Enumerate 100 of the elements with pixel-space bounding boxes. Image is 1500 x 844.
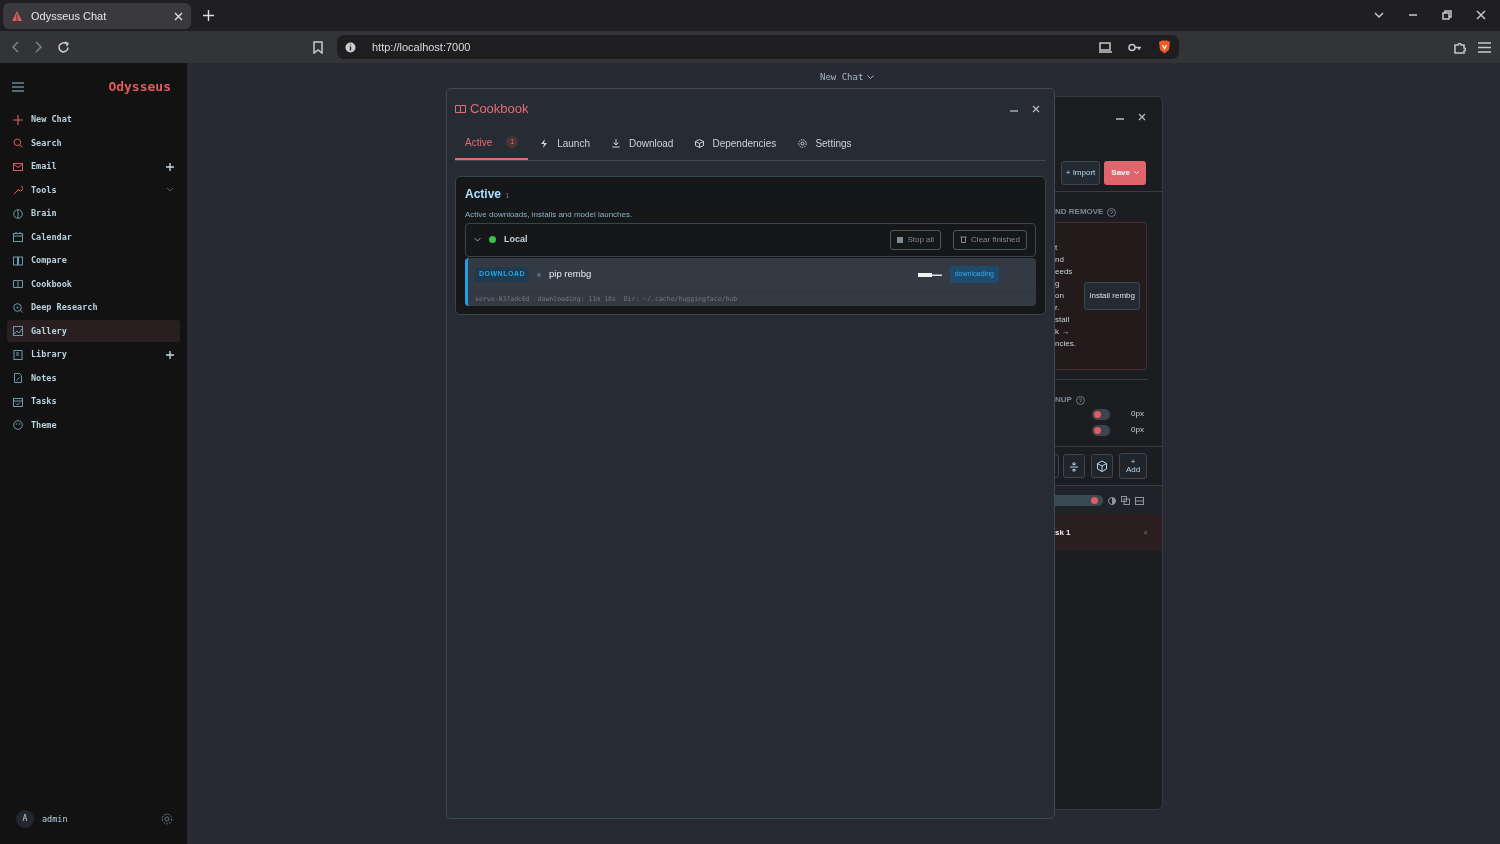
toggle-switch[interactable] [1092, 424, 1111, 436]
lion-shield-icon[interactable] [1158, 40, 1171, 54]
plus-icon [13, 114, 23, 125]
sidebar-item[interactable]: Calendar [7, 226, 180, 248]
bookmark-icon[interactable] [313, 40, 323, 54]
book-icon [455, 103, 466, 114]
sidebar-item[interactable]: Theme [7, 414, 180, 436]
tab[interactable]: Dependencies [685, 128, 787, 160]
card-text: nd [1055, 254, 1065, 266]
card-text: stall [1055, 314, 1071, 326]
contrast-icon[interactable] [1108, 496, 1116, 505]
sidebar-item[interactable]: Email [7, 155, 180, 178]
key-icon[interactable] [1128, 42, 1142, 52]
count-text: 1 [505, 189, 510, 202]
sidebar-item[interactable]: Tools [7, 179, 180, 201]
sidebar-item[interactable]: Gallery [7, 320, 180, 342]
sidebar-item[interactable]: Brain [7, 202, 180, 225]
restore-icon[interactable] [1442, 10, 1452, 20]
plus-icon[interactable] [166, 162, 174, 171]
tab-title: Odysseus Chat [31, 8, 108, 24]
stop-button[interactable]: Stop all [890, 229, 942, 250]
back-icon[interactable] [11, 41, 20, 53]
plus-icon[interactable] [166, 350, 174, 359]
download-icon [611, 138, 621, 148]
close-icon[interactable] [1138, 112, 1146, 121]
value-text: 0px [1131, 408, 1144, 420]
copy-icon[interactable] [1121, 496, 1130, 505]
split-icon [1067, 459, 1080, 473]
sidebar-item[interactable]: Deep Research [7, 296, 180, 319]
tab[interactable]: Launch [530, 128, 600, 160]
help-icon [1107, 207, 1117, 217]
book-icon [13, 279, 23, 289]
image-icon [13, 326, 23, 336]
card-text: on [1055, 290, 1065, 302]
new-tab-icon[interactable] [203, 10, 214, 21]
split-button[interactable] [1062, 454, 1085, 478]
url-text: http://localhost:7000 [372, 39, 472, 55]
card-text: k → [1055, 326, 1071, 338]
caret-icon [1134, 171, 1139, 175]
close-icon[interactable] [1476, 10, 1486, 20]
section-title: Active [465, 185, 502, 203]
sidebar-item[interactable]: New Chat [7, 108, 180, 131]
document-icon [13, 349, 23, 360]
close-icon[interactable]: × [1143, 527, 1148, 539]
tab[interactable]: Settings [788, 128, 862, 160]
address-field[interactable]: http://localhost:7000 [337, 35, 1179, 59]
info-icon [345, 41, 356, 53]
slider-thumb[interactable] [1091, 497, 1099, 504]
value-text: 0px [1131, 424, 1144, 436]
app-logo-icon [11, 10, 23, 22]
mail-icon [13, 161, 23, 172]
chevron-down-icon[interactable] [1374, 10, 1384, 20]
tab[interactable]: Download [601, 128, 684, 160]
cube-button[interactable] [1091, 454, 1114, 478]
brand-title: Odysseus [108, 78, 171, 96]
card-text: ncies. [1055, 338, 1077, 350]
slider-track[interactable] [1055, 495, 1103, 506]
menu-icon[interactable] [12, 81, 24, 92]
close-icon[interactable] [1032, 104, 1040, 113]
toggle-switch[interactable] [1092, 408, 1111, 420]
panel-title: Cookbook [470, 100, 530, 118]
card-text: t [1055, 242, 1059, 254]
group-header[interactable]: Local Stop all Clear finished [465, 222, 1036, 257]
clear-button[interactable]: Clear finished [953, 229, 1027, 250]
cube-icon [695, 138, 705, 148]
browser-tab[interactable]: Odysseus Chat [3, 3, 191, 29]
section-description: Active downloads, installs and model launches. [465, 208, 634, 221]
screen-icon[interactable] [1099, 41, 1112, 53]
sidebar-item[interactable]: Compare [7, 249, 180, 272]
settings-icon[interactable] [161, 813, 173, 825]
search-icon [13, 138, 23, 148]
user-name: admin [42, 812, 69, 826]
cube-icon [1096, 459, 1109, 473]
install-button[interactable]: Install rembg [1084, 282, 1140, 310]
card-text: r. [1055, 302, 1061, 314]
task-row[interactable]: sk 1 × [1055, 515, 1162, 551]
bolt-icon [540, 138, 550, 148]
sidebar-item[interactable]: Tasks [7, 390, 180, 413]
section-heading: NUP [1055, 394, 1072, 406]
reload-icon[interactable] [57, 40, 70, 54]
card-text: g [1055, 278, 1061, 290]
sidebar-item[interactable]: Library [7, 343, 180, 366]
sidebar-item[interactable]: Search [7, 132, 180, 154]
chat-title[interactable]: New Chat [820, 71, 875, 85]
sidebar-item[interactable]: Notes [7, 367, 180, 389]
menu-icon[interactable] [1478, 41, 1491, 53]
calendar-icon [13, 232, 23, 242]
chevron-down-icon [867, 75, 875, 81]
layout-icon[interactable] [1135, 496, 1144, 505]
forward-icon[interactable] [34, 41, 43, 53]
dot-icon [537, 272, 541, 277]
close-icon[interactable] [174, 11, 183, 21]
avatar: A [16, 810, 34, 828]
add-button[interactable]: + Add [1119, 453, 1147, 479]
sidebar-item[interactable]: Cookbook [7, 273, 180, 295]
group-name: Local [504, 232, 529, 246]
import-button[interactable]: + Import [1060, 161, 1101, 185]
puzzle-icon[interactable] [1453, 40, 1466, 54]
columns-icon [13, 255, 23, 266]
zoom-icon [13, 302, 23, 313]
